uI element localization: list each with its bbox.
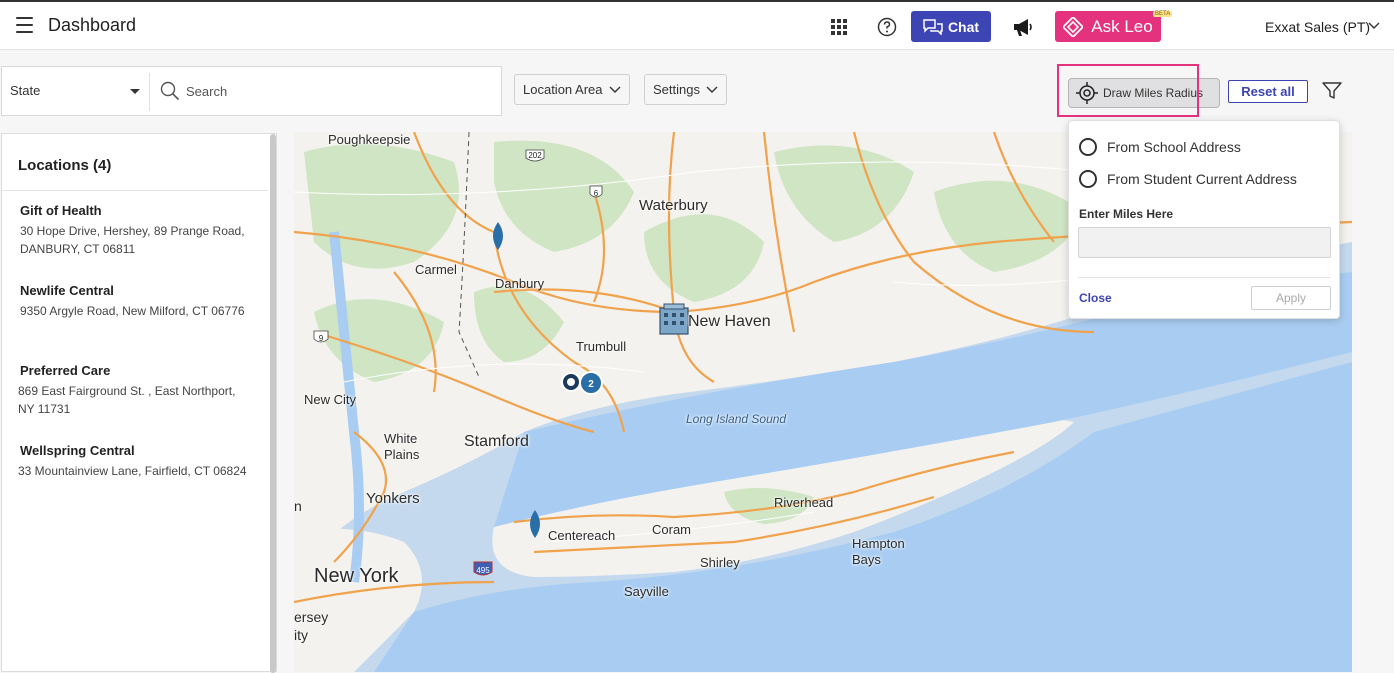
- map-label-centereach: Centereach: [548, 528, 616, 543]
- miles-field-label: Enter Miles Here: [1079, 207, 1174, 221]
- radio-label: From School Address: [1107, 139, 1241, 155]
- school-building-icon[interactable]: [659, 303, 689, 335]
- page-title: Dashboard: [48, 15, 137, 35]
- settings-dropdown[interactable]: Settings: [644, 74, 727, 105]
- map-label-waterbury: Waterbury: [639, 197, 708, 214]
- reset-all-button[interactable]: Reset all: [1228, 80, 1308, 103]
- map-label-yonkers: Yonkers: [366, 490, 420, 507]
- leo-logo-icon: [1063, 16, 1084, 37]
- map-label-danbury: Danbury: [495, 276, 545, 291]
- divider: [1078, 277, 1331, 278]
- map-label-coram: Coram: [652, 522, 692, 537]
- locations-title: Locations (4): [18, 157, 112, 174]
- settings-label: Settings: [653, 82, 700, 97]
- radio-from-student[interactable]: From Student Current Address: [1079, 170, 1297, 188]
- ask-leo-button[interactable]: Ask Leo: [1055, 11, 1161, 42]
- chevron-down-icon: [609, 86, 621, 93]
- map-label-riverhead: Riverhead: [774, 495, 834, 510]
- chat-bubble-icon: [923, 18, 943, 35]
- locations-panel: Locations (4) Gift of Health 30 Hope Dri…: [1, 133, 277, 673]
- map-label-shirley: Shirley: [700, 555, 740, 570]
- megaphone-icon[interactable]: [1012, 16, 1034, 38]
- location-address: 33 Mountainview Lane, Fairfield, CT 0682…: [18, 464, 247, 478]
- map-label-white-plains: White Plains: [384, 431, 420, 462]
- location-name: Wellspring Central: [20, 443, 135, 458]
- map-label-long-island-sound: Long Island Sound: [686, 412, 787, 426]
- cluster-count: 2: [588, 379, 594, 390]
- hamburger-menu-icon[interactable]: [16, 17, 33, 33]
- radio-label: From Student Current Address: [1107, 171, 1297, 187]
- map-label-trumbull: Trumbull: [576, 339, 627, 354]
- divider: [2, 190, 268, 191]
- map-label-jersey: ersey: [294, 609, 329, 625]
- location-address: 9350 Argyle Road, New Milford, CT 06776: [20, 304, 245, 318]
- ask-leo-label: Ask Leo: [1091, 16, 1153, 36]
- close-button[interactable]: Close: [1079, 291, 1112, 305]
- map-label-city: ity: [294, 627, 308, 643]
- search-input[interactable]: [186, 79, 486, 103]
- map-label-new-york: New York: [314, 565, 399, 587]
- miles-radius-popup: From School Address From Student Current…: [1068, 120, 1340, 319]
- user-menu[interactable]: Exxat Sales (PT): [1265, 19, 1370, 35]
- map-label-new-city: New City: [304, 392, 357, 407]
- map-label-carmel: Carmel: [415, 262, 457, 277]
- caret-down-icon[interactable]: [130, 89, 140, 94]
- apps-grid-icon[interactable]: [831, 19, 847, 35]
- location-area-label: Location Area: [523, 82, 603, 97]
- map-label-stamford: Stamford: [464, 433, 529, 450]
- chevron-down-icon[interactable]: [1368, 21, 1380, 31]
- apply-button[interactable]: Apply: [1251, 286, 1331, 310]
- map-label-edge: n: [294, 498, 302, 514]
- radio-circle-icon[interactable]: [1079, 138, 1097, 156]
- highlight-frame: [1057, 64, 1199, 117]
- chat-button[interactable]: Chat: [911, 11, 991, 42]
- location-item[interactable]: Wellspring Central 33 Mountainview Lane,…: [18, 443, 248, 480]
- radio-from-school[interactable]: From School Address: [1079, 138, 1241, 156]
- help-icon[interactable]: [877, 17, 897, 37]
- search-icon: [160, 81, 180, 101]
- map-label-hampton-bays: Hampton Bays: [852, 536, 905, 567]
- filter-icon[interactable]: [1322, 82, 1342, 100]
- beta-badge: BETA: [1153, 11, 1173, 17]
- chevron-down-icon: [706, 86, 718, 93]
- miles-input[interactable]: [1078, 227, 1331, 258]
- location-name: Preferred Care: [20, 363, 111, 378]
- radio-circle-icon[interactable]: [1079, 170, 1097, 188]
- location-name: Gift of Health: [20, 203, 102, 218]
- location-address: 869 East Fairground St. , East Northport…: [18, 384, 236, 416]
- route-shield: 9: [319, 334, 324, 343]
- location-item[interactable]: Newlife Central 9350 Argyle Road, New Mi…: [20, 283, 250, 320]
- route-shield: 202: [528, 151, 542, 160]
- top-header: Dashboard Chat Ask Leo BETA Exxat Sales …: [0, 0, 1394, 50]
- map-label-poughkeepsie: Poughkeepsie: [328, 132, 411, 147]
- scrollbar[interactable]: [270, 134, 276, 673]
- location-item[interactable]: Preferred Care 869 East Fairground St. ,…: [18, 363, 248, 418]
- map-label-sayville: Sayville: [624, 584, 669, 599]
- state-select[interactable]: State: [10, 83, 40, 98]
- divider: [149, 73, 150, 111]
- chat-label: Chat: [947, 18, 980, 35]
- state-search-bar: State: [1, 66, 502, 116]
- location-area-dropdown[interactable]: Location Area: [514, 74, 630, 105]
- route-shield: 6: [594, 189, 599, 198]
- route-shield: 495: [476, 566, 490, 575]
- location-item[interactable]: Gift of Health 30 Hope Drive, Hershey, 8…: [20, 203, 250, 258]
- map-label-new-haven: New Haven: [688, 313, 771, 330]
- location-name: Newlife Central: [20, 283, 114, 298]
- location-address: 30 Hope Drive, Hershey, 89 Prange Road, …: [20, 224, 245, 256]
